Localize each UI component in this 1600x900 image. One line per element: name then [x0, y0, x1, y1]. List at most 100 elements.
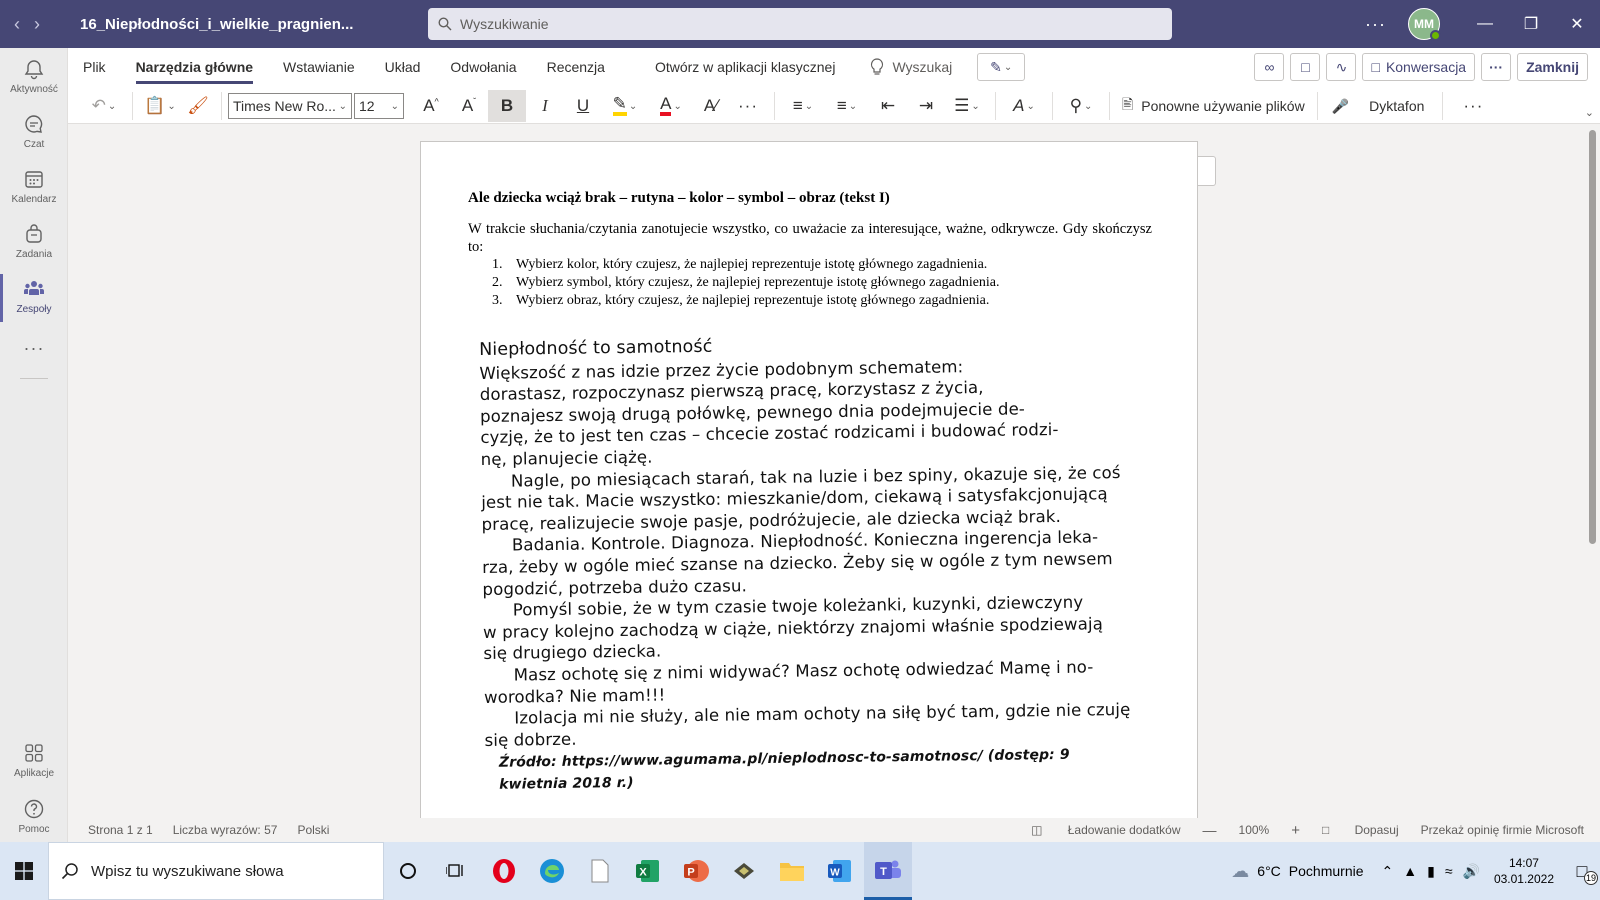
language[interactable]: Polski — [297, 823, 329, 837]
list-item-text: Wybierz kolor, który czujesz, że najlepi… — [516, 257, 988, 272]
wifi-icon[interactable]: ≈ — [1445, 863, 1453, 879]
weather-widget[interactable]: ☁ 6°C Pochmurnie — [1231, 861, 1363, 882]
more-options-icon[interactable]: ··· — [1365, 14, 1386, 35]
comment-margin-tab[interactable] — [1198, 156, 1216, 186]
rail-label: Kalendarz — [11, 194, 57, 205]
file-explorer-icon[interactable] — [768, 842, 816, 900]
close-window-icon[interactable]: ✕ — [1554, 14, 1600, 34]
clock-date: 03.01.2022 — [1493, 872, 1554, 886]
chevron-down-icon: ⌄ — [804, 100, 814, 112]
battery-icon[interactable]: ▮ — [1427, 863, 1435, 880]
file-icon[interactable] — [576, 842, 624, 900]
bold-button[interactable]: B — [488, 90, 526, 122]
comment-icon: □ — [1301, 59, 1310, 75]
task-view-button[interactable] — [384, 842, 432, 900]
minimize-icon[interactable]: — — [1462, 15, 1508, 33]
shrink-font-button[interactable]: Aˇ — [450, 90, 488, 122]
task-view-icon[interactable] — [432, 842, 480, 900]
rail-item-teams[interactable]: Zespoły — [0, 274, 68, 322]
clock[interactable]: 14:07 03.01.2022 — [1494, 855, 1554, 887]
rail-item-calendar[interactable]: Kalendarz — [0, 168, 68, 205]
chevron-up-icon[interactable]: ⌃ — [1382, 863, 1394, 880]
find-button[interactable]: ⚲ ⌄ — [1059, 90, 1103, 122]
collapse-ribbon-icon[interactable]: ⌄ — [1585, 106, 1594, 119]
highlight-button[interactable]: ✎ ⌄ — [602, 90, 648, 122]
notifications-button[interactable]: □ 19 — [1564, 861, 1600, 885]
rail-item-tasks[interactable]: Zadania — [0, 223, 68, 260]
editing-mode-button[interactable]: ✎ ⌄ — [977, 53, 1026, 81]
rail-item-chat[interactable]: Czat — [0, 113, 68, 150]
rail-item-activity[interactable]: Aktywność — [0, 58, 68, 95]
conversation-button[interactable]: □ Konwersacja — [1362, 53, 1476, 81]
underline-button[interactable]: U — [564, 90, 602, 122]
rail-item-help[interactable]: Pomoc — [0, 798, 68, 835]
opera-icon[interactable] — [480, 842, 528, 900]
word-count[interactable]: Liczba wyrazów: 57 — [173, 823, 278, 837]
back-arrow-icon[interactable]: ‹ — [14, 14, 20, 35]
more-commands-button[interactable]: ··· — [1453, 90, 1493, 122]
tab-home[interactable]: Narzędzia główne — [121, 48, 268, 86]
share-link-button[interactable]: ∞ — [1254, 53, 1285, 81]
status-right: ◫ Ładowanie dodatków — 100% + □ Dopasuj … — [1009, 822, 1584, 839]
word-icon[interactable]: W — [816, 842, 864, 900]
volume-icon[interactable]: 🔊 — [1463, 863, 1480, 880]
forward-arrow-icon[interactable]: › — [34, 14, 40, 35]
font-size-select[interactable]: 12 ⌄ — [354, 93, 404, 119]
grow-font-button[interactable]: A^ — [412, 90, 450, 122]
activity-button[interactable]: ∿ — [1326, 53, 1357, 81]
device-icon[interactable]: ▲ — [1403, 863, 1417, 879]
tab-file[interactable]: Plik — [68, 48, 121, 86]
powerpoint-icon[interactable]: P — [672, 842, 720, 900]
highlighter-icon: ✎ — [612, 95, 627, 116]
more-actions-button[interactable]: ··· — [1481, 53, 1512, 81]
app-icon[interactable] — [720, 842, 768, 900]
tab-insert[interactable]: Wstawianie — [268, 48, 370, 86]
styles-button[interactable]: A ⌄ — [1002, 90, 1046, 122]
decrease-indent-button[interactable]: ⇤ — [869, 90, 907, 122]
numbering-button[interactable]: ≡ ⌄ — [825, 90, 869, 122]
tab-references[interactable]: Odwołania — [435, 48, 531, 86]
instruction-list: 1. Wybierz kolor, który czujesz, że najle… — [468, 256, 1152, 310]
more-font-options-button[interactable]: ··· — [728, 90, 768, 122]
vertical-scrollbar[interactable] — [1584, 124, 1600, 818]
dictate-button[interactable]: 🎤 Dyktafon — [1332, 90, 1425, 122]
fit-button[interactable]: □ Dopasuj — [1322, 823, 1399, 837]
italic-button[interactable]: I — [526, 90, 564, 122]
document-page[interactable]: Ale dziecka wciąż brak – rutyna – kolor … — [420, 141, 1198, 818]
feedback-link[interactable]: Przekaż opinię firmie Microsoft — [1421, 823, 1584, 837]
restore-icon[interactable]: ❐ — [1508, 14, 1554, 34]
tell-me-search[interactable]: Wyszukaj — [870, 58, 952, 76]
zoom-level[interactable]: 100% — [1239, 823, 1270, 837]
teams-taskbar-icon[interactable]: T — [864, 842, 912, 900]
more-options-icon: ··· — [1463, 96, 1484, 115]
close-document-button[interactable]: Zamknij — [1517, 53, 1588, 81]
clear-formatting-button[interactable]: A∕ — [694, 90, 728, 122]
open-desktop-app-button[interactable]: Otwórz w aplikacji klasycznej — [640, 48, 851, 86]
align-button[interactable]: ☰ ⌄ — [945, 90, 989, 122]
start-button[interactable] — [0, 862, 48, 880]
scrollbar-thumb[interactable] — [1589, 130, 1596, 544]
zoom-in-icon[interactable]: + — [1291, 822, 1300, 839]
undo-button[interactable]: ↶ ⌄ — [82, 90, 126, 122]
clipboard-icon: 📋 — [144, 96, 166, 115]
paste-button[interactable]: 📋 ⌄ — [139, 90, 181, 122]
format-painter-button[interactable]: 🖌 — [181, 90, 215, 122]
font-color-button[interactable]: A ⌄ — [648, 90, 694, 122]
increase-indent-button[interactable]: ⇥ — [907, 90, 945, 122]
edge-icon[interactable] — [528, 842, 576, 900]
reuse-files-button[interactable]: 🖹 Ponowne używanie plików — [1122, 90, 1305, 122]
user-avatar[interactable]: MM — [1408, 8, 1441, 41]
font-name-select[interactable]: Times New Ro... ⌄ — [228, 93, 352, 119]
excel-icon[interactable]: X — [624, 842, 672, 900]
list-item: 2. Wybierz symbol, który czujesz, że najl… — [492, 275, 1000, 290]
comments-button[interactable]: □ — [1290, 53, 1321, 81]
rail-more-icon[interactable]: ··· — [0, 338, 68, 359]
bullets-button[interactable]: ≡ ⌄ — [781, 90, 825, 122]
apps-icon — [25, 744, 43, 762]
tab-layout[interactable]: Układ — [370, 48, 436, 86]
tab-review[interactable]: Recenzja — [532, 48, 620, 86]
taskbar-search[interactable]: Wpisz tu wyszukiwane słowa — [48, 842, 384, 900]
search-box[interactable]: Wyszukiwanie — [428, 8, 1172, 40]
rail-item-apps[interactable]: Aplikacje — [0, 742, 68, 779]
zoom-out-icon[interactable]: — — [1203, 822, 1217, 838]
